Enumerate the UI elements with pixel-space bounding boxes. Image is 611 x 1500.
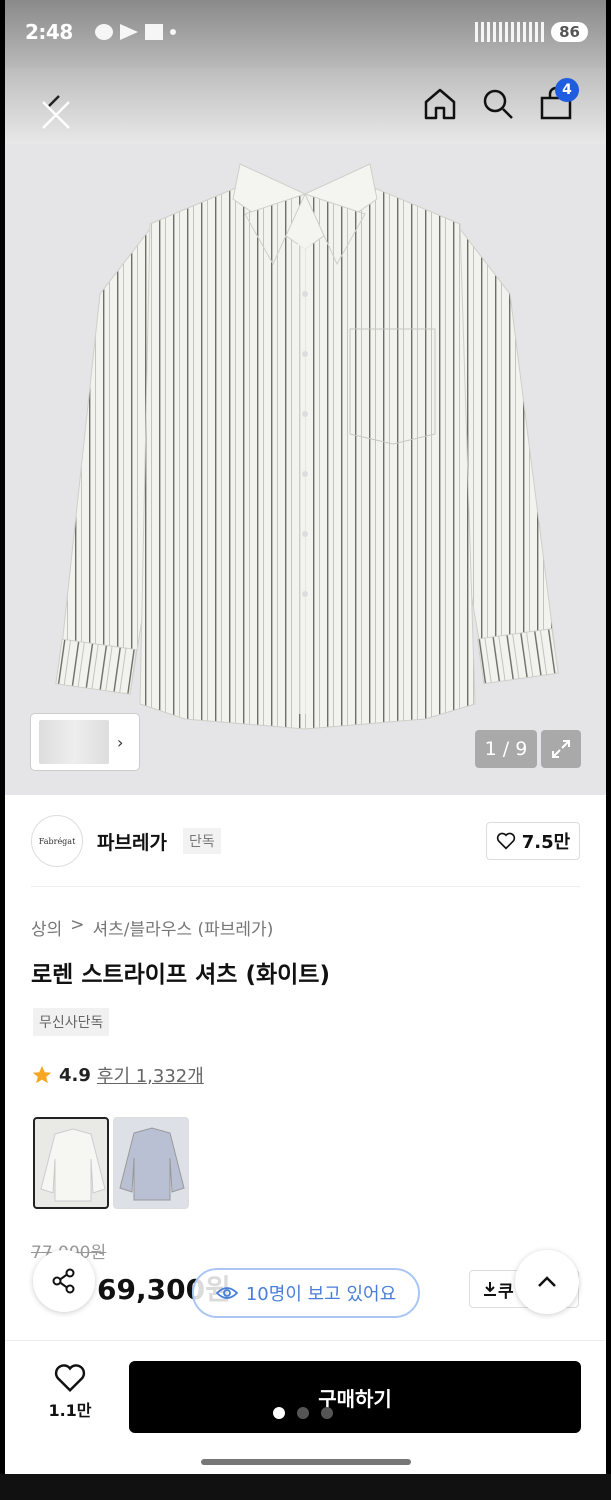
product-image[interactable]: › 1 / 9 — [5, 144, 606, 795]
notification-icons — [95, 24, 176, 40]
breadcrumb: 상의 > 셔츠/블라우스 (파브레가) — [31, 915, 273, 940]
wishlist-count: 1.1만 — [48, 1401, 92, 1420]
brand-like-button[interactable]: 7.5만 — [486, 822, 580, 860]
more-dot-icon — [170, 29, 176, 35]
viewers-text: 10명이 보고 있어요 — [245, 1284, 397, 1305]
rating-score: 4.9 — [59, 1064, 91, 1086]
home-icon — [424, 88, 456, 120]
status-bar: 2:48 86 — [5, 0, 606, 68]
brand-logo[interactable]: Fabrégat — [31, 815, 83, 867]
chevron-right-icon: › — [117, 732, 124, 752]
share-icon — [52, 1268, 75, 1294]
home-gesture-bar[interactable] — [201, 1459, 411, 1465]
page-dot-active — [273, 1407, 285, 1419]
brand-name[interactable]: 파브레가 — [97, 828, 167, 855]
breadcrumb-category[interactable]: 상의 — [31, 915, 62, 940]
status-right: 86 — [475, 22, 588, 42]
expand-button[interactable] — [541, 730, 581, 768]
swatch-white-image — [40, 1128, 106, 1202]
brand-like-count: 7.5만 — [521, 832, 571, 853]
gallery-thumbnail — [39, 720, 109, 764]
viewers-badge: 10명이 보고 있어요 — [192, 1268, 420, 1318]
wishlist-button[interactable]: 1.1만 — [35, 1363, 105, 1433]
back-button[interactable] — [35, 90, 75, 130]
breadcrumb-separator: > — [70, 915, 85, 935]
breadcrumb-subcategory[interactable]: 셔츠/블라우스 (파브레가) — [93, 915, 274, 940]
bottom-action-bar: 1.1만 구매하기 — [5, 1340, 606, 1450]
heart-icon — [496, 832, 515, 850]
page-dot — [321, 1407, 333, 1419]
download-icon — [484, 1282, 496, 1296]
star-icon — [32, 1065, 52, 1084]
rating-row: 4.9 후기 1,332개 — [31, 1062, 204, 1088]
top-nav: 4 — [5, 68, 606, 228]
brand-exclusive-tag: 단독 — [183, 828, 221, 854]
search-icon — [483, 89, 513, 119]
status-time: 2:48 — [25, 20, 73, 44]
image-counter: 1 / 9 — [475, 730, 537, 768]
home-button[interactable] — [420, 84, 460, 124]
shirt-illustration — [55, 163, 559, 730]
search-button[interactable] — [478, 84, 518, 124]
chevron-up-icon — [538, 1276, 556, 1287]
page-dot — [297, 1407, 309, 1419]
battery-icon: 86 — [551, 22, 588, 42]
eye-icon — [215, 1287, 238, 1299]
product-title: 로렌 스트라이프 셔츠 (화이트) — [31, 962, 330, 988]
screen-bezel — [0, 1474, 611, 1500]
play-icon — [120, 24, 138, 40]
scroll-top-button[interactable] — [515, 1250, 579, 1314]
cart-badge: 4 — [555, 78, 579, 102]
share-button[interactable] — [33, 1250, 95, 1312]
color-swatch-white[interactable] — [33, 1117, 109, 1209]
color-swatch-blue[interactable] — [113, 1117, 189, 1209]
signal-icon — [475, 22, 546, 42]
exclusive-tag: 무신사단독 — [33, 1008, 110, 1036]
buy-button[interactable]: 구매하기 — [129, 1361, 581, 1433]
swatch-blue-image — [119, 1127, 185, 1201]
page-indicator — [273, 1407, 333, 1419]
news-icon — [145, 24, 163, 40]
review-count-link[interactable]: 후기 1,332개 — [97, 1062, 204, 1088]
screen: 2:48 86 4 › 1 / 9 Fabrégat 파브레가 단독 7.5만 … — [5, 0, 606, 1500]
coupon-label: 쿠 — [498, 1281, 514, 1302]
chat-icon — [95, 24, 113, 40]
brand-row: Fabrégat 파브레가 단독 7.5만 — [5, 795, 606, 887]
expand-icon — [552, 740, 570, 758]
gallery-thumbnail-strip[interactable]: › — [31, 714, 139, 770]
back-icon — [42, 95, 70, 129]
divider — [31, 886, 580, 887]
heart-icon — [54, 1364, 86, 1393]
